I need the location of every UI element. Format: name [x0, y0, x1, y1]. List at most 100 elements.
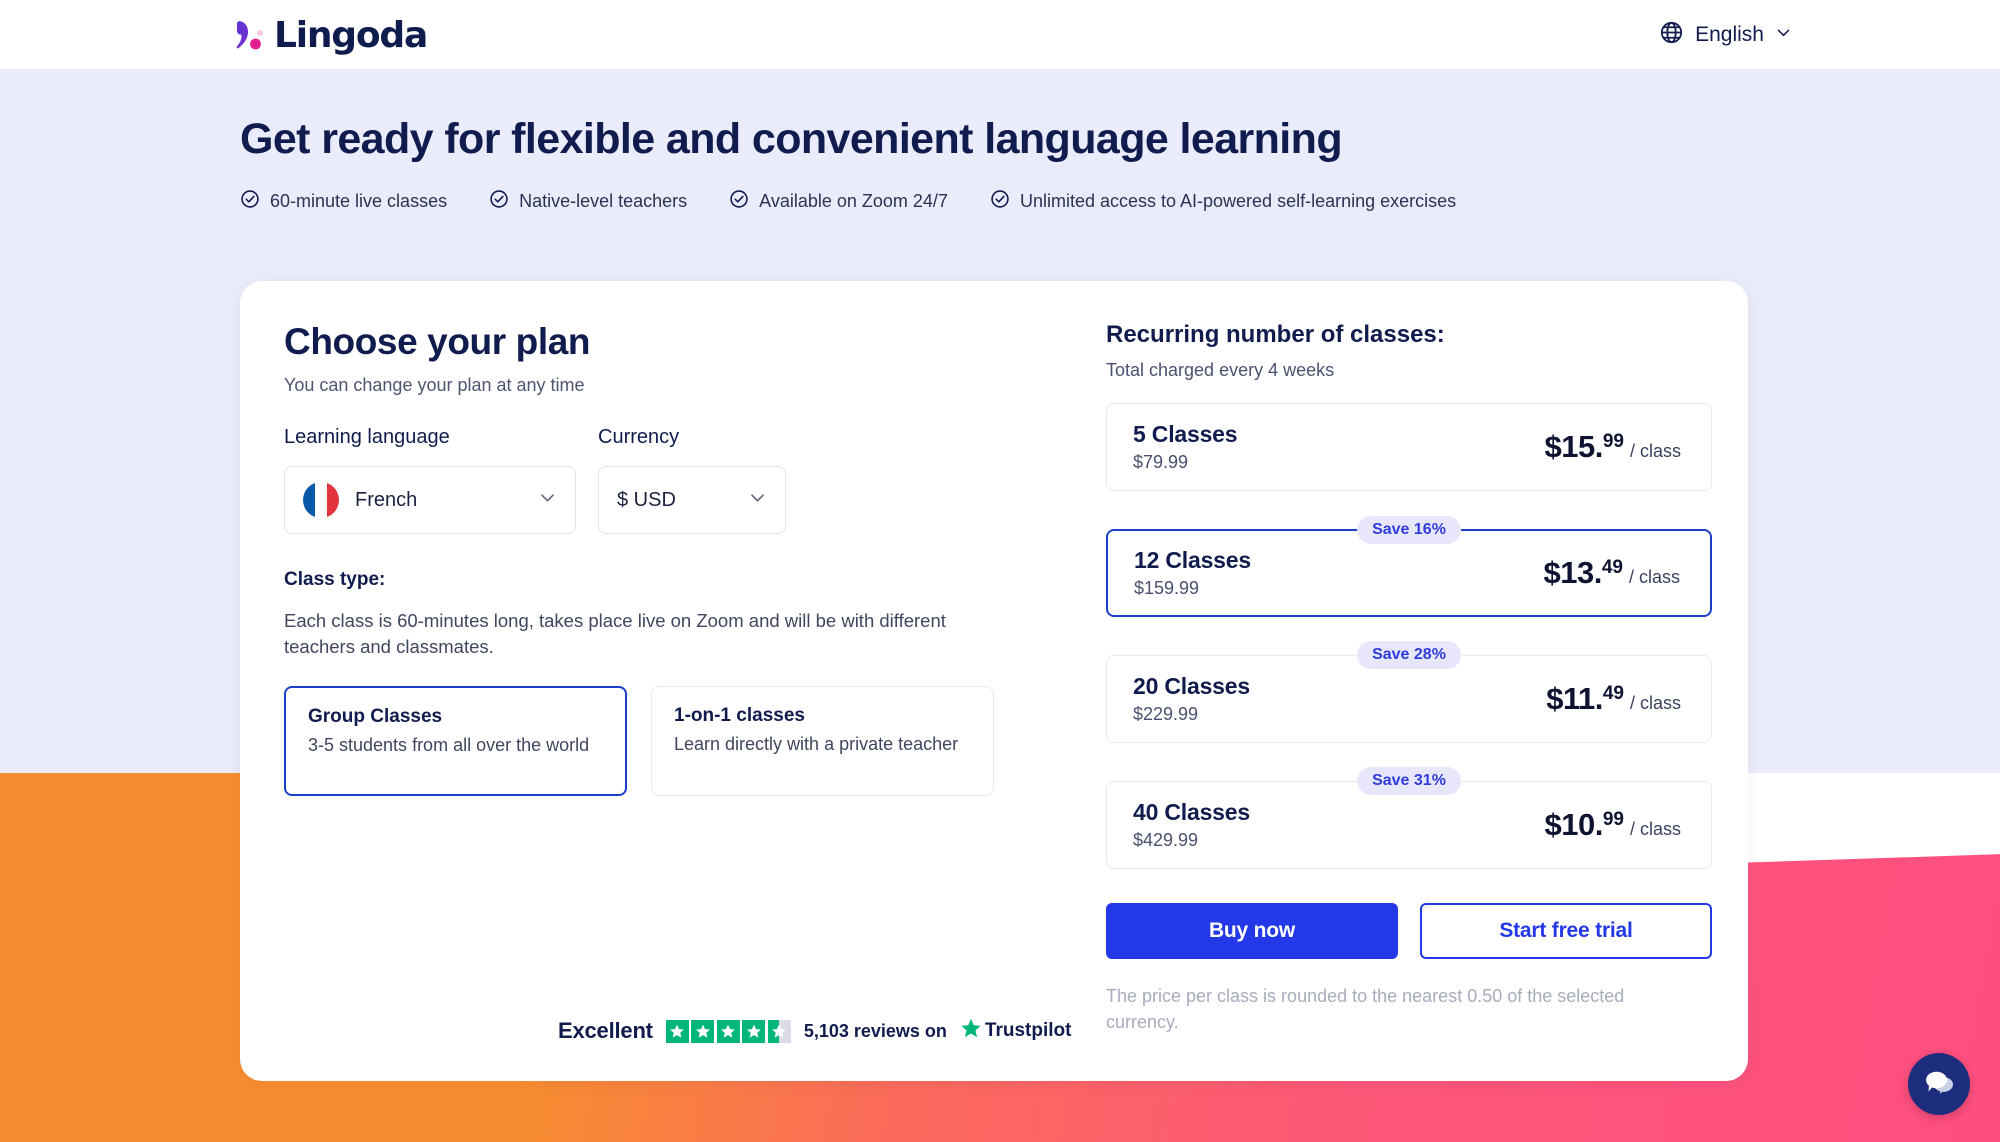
pricing-plan-list: 5 Classes $79.99 $15. 99 / class Save 16…: [1106, 403, 1712, 869]
hero-feature-label: Unlimited access to AI-powered self-lear…: [1019, 191, 1457, 211]
plan-total-price: $429.99: [1133, 830, 1199, 850]
language-selector-label: English: [1695, 22, 1764, 46]
check-circle-icon: [240, 189, 260, 214]
currency-field: Currency $ USD: [598, 426, 786, 534]
class-type-options: Group Classes 3-5 students from all over…: [284, 685, 1004, 796]
plan-price-cents: 99: [1602, 809, 1624, 830]
lingoda-comma-mark-icon: [234, 20, 268, 52]
class-type-option-title: Group Classes: [308, 705, 443, 727]
chevron-down-icon: [748, 488, 767, 512]
cta-buttons: Buy now Start free trial: [1106, 903, 1712, 959]
plan-price-per: / class: [1629, 693, 1681, 713]
save-badge: Save 16%: [1357, 516, 1461, 544]
star-icon: [665, 1019, 689, 1043]
plan-info: 20 Classes $229.99: [1133, 673, 1546, 725]
plan-name: 40 Classes: [1133, 799, 1250, 825]
pricing-subtitle: Total charged every 4 weeks: [1106, 360, 1335, 380]
trustpilot-review-count: 5,103 reviews on: [803, 1020, 947, 1041]
check-circle-icon: [990, 189, 1010, 214]
class-type-description: Each class is 60-minutes long, takes pla…: [284, 610, 946, 658]
class-type-option-title: 1-on-1 classes: [674, 704, 805, 726]
check-circle-icon: [489, 189, 509, 214]
page-root: Lingoda English Get ready for flexible a…: [0, 0, 2000, 1142]
hero-feature-item: 60-minute live classes: [240, 189, 447, 214]
site-header: Lingoda English: [0, 0, 2000, 70]
hero-feature-item: Unlimited access to AI-powered self-lear…: [990, 189, 1456, 214]
plan-total-price: $79.99: [1133, 452, 1189, 472]
class-type-label: Class type:: [284, 569, 386, 590]
star-icon: [691, 1019, 715, 1043]
pricing-column: Recurring number of classes: Total charg…: [1106, 321, 1712, 1035]
trustpilot-stars: [665, 1019, 791, 1043]
hero-feature-label: 60-minute live classes: [270, 191, 448, 211]
buy-now-button[interactable]: Buy now: [1106, 903, 1398, 959]
plan-name: 20 Classes: [1133, 673, 1250, 699]
plan-info: 5 Classes $79.99: [1133, 421, 1545, 473]
class-type-option-desc: 3-5 students from all over the world: [308, 734, 590, 755]
pricing-plan-row[interactable]: Save 28% 20 Classes $229.99 $11. 49 / cl…: [1106, 641, 1712, 743]
learning-language-value: French: [355, 488, 418, 511]
class-type-option-desc: Learn directly with a private teacher: [674, 733, 959, 754]
plan-price-per: / class: [1629, 819, 1681, 839]
plan-selection-card: Choose your plan You can change your pla…: [240, 281, 1748, 1081]
currency-label: Currency: [598, 426, 680, 448]
plan-price-main: $13.: [1543, 555, 1603, 590]
class-type-option-one-on-one[interactable]: 1-on-1 classes Learn directly with a pri…: [651, 685, 994, 796]
plan-price-per: / class: [1629, 441, 1681, 461]
plan-price-cents: 49: [1602, 683, 1624, 704]
check-circle-icon: [729, 189, 749, 214]
pricing-fineprint: The price per class is rounded to the ne…: [1106, 986, 1625, 1033]
plan-info: 40 Classes $429.99: [1133, 799, 1545, 851]
trustpilot-brand: Trustpilot: [960, 1017, 1072, 1045]
selector-row: Learning language French Currency $ USD: [284, 426, 1004, 534]
hero-feature-list: 60-minute live classes Native-level teac…: [240, 189, 1498, 214]
chevron-down-icon: [538, 488, 557, 512]
star-icon: [716, 1019, 740, 1043]
plan-config-column: Choose your plan You can change your pla…: [284, 321, 1004, 796]
chat-support-button[interactable]: [1908, 1053, 1970, 1115]
plan-unit-price: $13. 49 / class: [1544, 555, 1681, 591]
plan-price-main: $11.: [1546, 681, 1603, 716]
hero-feature-label: Native-level teachers: [519, 191, 688, 211]
start-free-trial-button[interactable]: Start free trial: [1420, 903, 1712, 959]
learning-language-select[interactable]: French: [284, 466, 576, 534]
class-type-option-group[interactable]: Group Classes 3-5 students from all over…: [284, 685, 627, 796]
page-title: Get ready for flexible and convenient la…: [240, 115, 1343, 163]
plan-name: 12 Classes: [1134, 547, 1251, 573]
pricing-heading: Recurring number of classes:: [1106, 321, 1445, 348]
plan-name: 5 Classes: [1133, 421, 1238, 447]
plan-price-main: $15.: [1544, 429, 1604, 464]
france-flag-icon: [303, 482, 339, 518]
logo-wordmark: Lingoda: [274, 15, 428, 56]
plan-unit-price: $15. 99 / class: [1545, 429, 1682, 465]
pricing-plan-row[interactable]: Save 16% 12 Classes $159.99 $13. 49 / cl…: [1106, 516, 1712, 617]
plan-total-price: $159.99: [1134, 578, 1200, 598]
learning-language-label: Learning language: [284, 426, 450, 448]
hero-feature-item: Native-level teachers: [489, 189, 687, 214]
currency-select[interactable]: $ USD: [598, 466, 786, 534]
plan-price-per: / class: [1628, 567, 1680, 587]
plan-unit-price: $11. 49 / class: [1546, 681, 1681, 717]
choose-plan-subtitle: You can change your plan at any time: [284, 375, 585, 395]
lingoda-logo[interactable]: Lingoda: [234, 15, 428, 56]
trustpilot-rating-word: Excellent: [558, 1018, 653, 1043]
hero-feature-item: Available on Zoom 24/7: [729, 189, 948, 214]
plan-info: 12 Classes $159.99: [1134, 547, 1544, 599]
language-selector[interactable]: English: [1659, 20, 1792, 50]
trustpilot-rating[interactable]: Excellent 5,103 reviews on Trustpilot: [558, 1017, 1071, 1045]
chat-bubble-icon: [1922, 1067, 1956, 1102]
globe-icon: [1659, 20, 1684, 50]
plan-price-cents: 99: [1602, 431, 1624, 452]
save-badge: Save 31%: [1357, 767, 1461, 795]
hero-feature-label: Available on Zoom 24/7: [759, 191, 948, 211]
choose-plan-heading: Choose your plan: [284, 321, 591, 362]
trustpilot-star-icon: [960, 1017, 982, 1045]
chevron-down-icon: [1775, 24, 1792, 46]
pricing-plan-row[interactable]: 5 Classes $79.99 $15. 99 / class: [1106, 403, 1712, 491]
pricing-plan-row[interactable]: Save 31% 40 Classes $429.99 $10. 99 / cl…: [1106, 767, 1712, 869]
save-badge: Save 28%: [1357, 641, 1461, 669]
trustpilot-brand-label: Trustpilot: [984, 1020, 1072, 1041]
star-icon: [742, 1019, 766, 1043]
currency-value: $ USD: [617, 488, 676, 511]
star-icon-half: [767, 1019, 791, 1043]
